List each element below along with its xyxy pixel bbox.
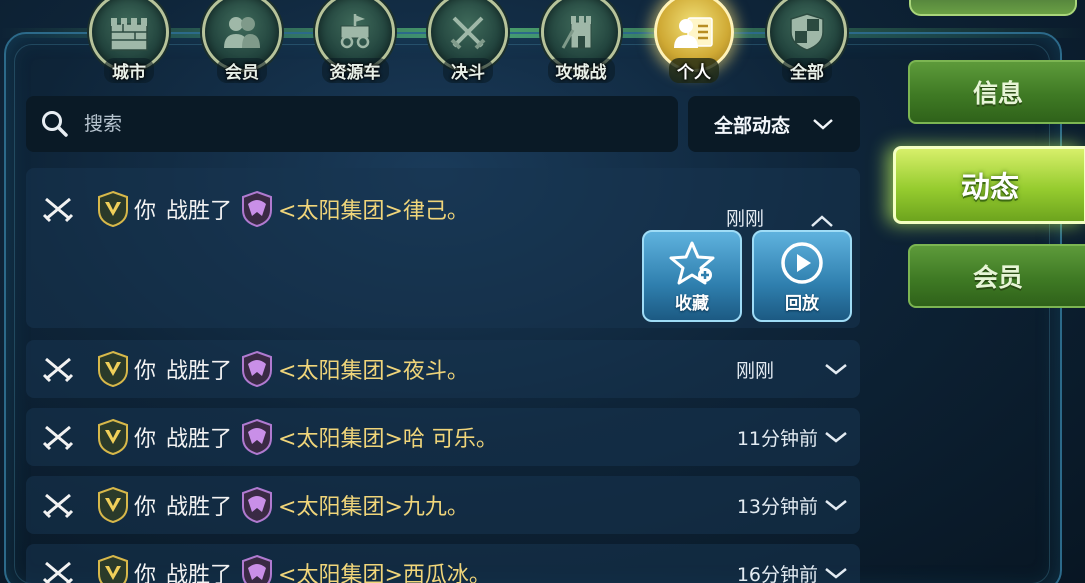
crossed-swords-icon xyxy=(42,197,74,223)
feed-subject: 你 xyxy=(134,563,157,583)
crossed-swords-icon xyxy=(42,425,74,451)
feed-item[interactable]: 你 战胜了 <太阳集团>夜斗。 刚刚 xyxy=(26,340,860,398)
feed-item[interactable]: 你 战胜了 <太阳集团>律己。 刚刚 收藏 回放 xyxy=(26,168,860,328)
tab-duel[interactable]: 决斗 xyxy=(425,0,511,88)
tab-label: 资源车 xyxy=(321,58,389,83)
feed-item[interactable]: 你 战胜了 <太阳集团>九九。 13分钟前 xyxy=(26,476,860,534)
feed-item-line: 你 战胜了 <太阳集团>夜斗。 刚刚 xyxy=(26,340,860,398)
person-card-icon xyxy=(674,17,713,48)
feed-target: <太阳集团>西瓜冰。 xyxy=(278,563,491,583)
enemy-emblem-icon xyxy=(242,554,273,583)
side-tab-label: 动态 xyxy=(960,170,1019,204)
castle-wall-icon xyxy=(110,18,148,51)
player-emblem-icon xyxy=(98,350,128,388)
side-tab-members[interactable]: 会员 xyxy=(908,244,1085,308)
activity-feed: 你 战胜了 <太阳集团>律己。 刚刚 收藏 回放 你 战胜了 <太阳集团>夜斗。… xyxy=(26,168,860,583)
star-add-icon xyxy=(669,241,715,284)
feed-verb: 战胜了 xyxy=(166,199,233,224)
feed-subject: 你 xyxy=(134,199,157,224)
search-input[interactable] xyxy=(84,113,644,135)
tab-label: 攻城战 xyxy=(547,58,615,83)
feed-time: 16分钟前 xyxy=(736,563,818,583)
crossed-swords-icon xyxy=(42,493,74,519)
feed-verb: 战胜了 xyxy=(166,495,233,520)
player-emblem-icon xyxy=(98,190,128,228)
enemy-emblem-icon xyxy=(242,190,273,228)
feed-target: <太阳集团>九九。 xyxy=(278,495,469,520)
side-tab-info[interactable]: 信息 xyxy=(908,60,1085,124)
tab-siege[interactable]: 攻城战 xyxy=(538,0,624,88)
enemy-emblem-icon xyxy=(242,486,273,524)
tab-personal[interactable]: 个人 xyxy=(651,0,737,88)
replay-button[interactable]: 回放 xyxy=(752,230,852,322)
chevron-down-icon[interactable] xyxy=(824,362,848,376)
player-emblem-icon xyxy=(98,486,128,524)
enemy-emblem-icon xyxy=(242,418,273,456)
tab-label: 个人 xyxy=(669,58,719,83)
feed-item[interactable]: 你 战胜了 <太阳集团>哈 可乐。 11分钟前 xyxy=(26,408,860,466)
player-emblem-icon xyxy=(98,418,128,456)
crossed-swords-icon xyxy=(42,357,74,383)
feed-item-line: 你 战胜了 <太阳集团>九九。 13分钟前 xyxy=(26,476,860,534)
siege-icon xyxy=(561,16,592,49)
feed-verb: 战胜了 xyxy=(166,359,233,384)
crossed-swords-icon xyxy=(42,561,74,583)
search-bar xyxy=(26,96,678,152)
tab-all[interactable]: 全部 xyxy=(764,0,850,88)
feed-subject: 你 xyxy=(134,495,157,520)
feed-subject: 你 xyxy=(134,359,157,384)
play-icon xyxy=(781,241,823,284)
top-right-ornament xyxy=(909,0,1077,16)
player-emblem-icon xyxy=(98,554,128,583)
side-tab-label: 信息 xyxy=(972,79,1023,108)
chevron-down-icon[interactable] xyxy=(824,430,848,444)
resource-cart-icon xyxy=(340,14,370,49)
tab-resource-cart[interactable]: 资源车 xyxy=(312,0,398,88)
feed-time: 刚刚 xyxy=(735,359,774,382)
side-tab-label: 会员 xyxy=(972,263,1023,292)
feed-time: 13分钟前 xyxy=(736,495,818,518)
feed-verb: 战胜了 xyxy=(166,563,233,583)
favorite-button[interactable]: 收藏 xyxy=(642,230,742,322)
search-icon[interactable] xyxy=(40,109,70,139)
enemy-emblem-icon xyxy=(242,350,273,388)
category-tabs: 城市 会员 资源车 决斗 攻城战 个人 全部 xyxy=(86,0,866,92)
filter-label: 全部动态 xyxy=(713,114,790,137)
members-icon xyxy=(224,17,260,48)
tab-city[interactable]: 城市 xyxy=(86,0,172,88)
feed-time: 11分钟前 xyxy=(736,427,818,450)
feed-target: <太阳集团>律己。 xyxy=(278,199,469,224)
feed-time: 刚刚 xyxy=(725,208,764,230)
feed-target: <太阳集团>哈 可乐。 xyxy=(278,427,498,452)
tab-label: 全部 xyxy=(782,58,832,83)
favorite-label: 收藏 xyxy=(675,293,709,314)
chevron-down-icon[interactable] xyxy=(824,566,848,580)
chevron-down-icon xyxy=(813,119,833,130)
tab-label: 决斗 xyxy=(443,58,493,83)
feed-subject: 你 xyxy=(134,427,157,452)
tab-label: 城市 xyxy=(104,58,154,83)
feed-target: <太阳集团>夜斗。 xyxy=(278,359,469,384)
feed-item-line: 你 战胜了 <太阳集团>西瓜冰。 16分钟前 xyxy=(26,544,860,583)
feed-item-line: 你 战胜了 <太阳集团>哈 可乐。 11分钟前 xyxy=(26,408,860,466)
filter-dropdown[interactable]: 全部动态 xyxy=(688,96,860,152)
replay-label: 回放 xyxy=(785,293,819,314)
chevron-down-icon[interactable] xyxy=(824,498,848,512)
tab-members[interactable]: 会员 xyxy=(199,0,285,88)
crossed-swords-icon xyxy=(450,16,486,50)
feed-item-line: 你 战胜了 <太阳集团>律己。 刚刚 xyxy=(26,180,860,238)
feed-verb: 战胜了 xyxy=(166,427,233,452)
side-tab-activity[interactable]: 动态 xyxy=(893,146,1085,224)
feed-item[interactable]: 你 战胜了 <太阳集团>西瓜冰。 16分钟前 xyxy=(26,544,860,583)
chevron-up-icon[interactable] xyxy=(810,214,834,228)
tab-label: 会员 xyxy=(217,58,267,83)
shield-icon xyxy=(790,13,824,51)
